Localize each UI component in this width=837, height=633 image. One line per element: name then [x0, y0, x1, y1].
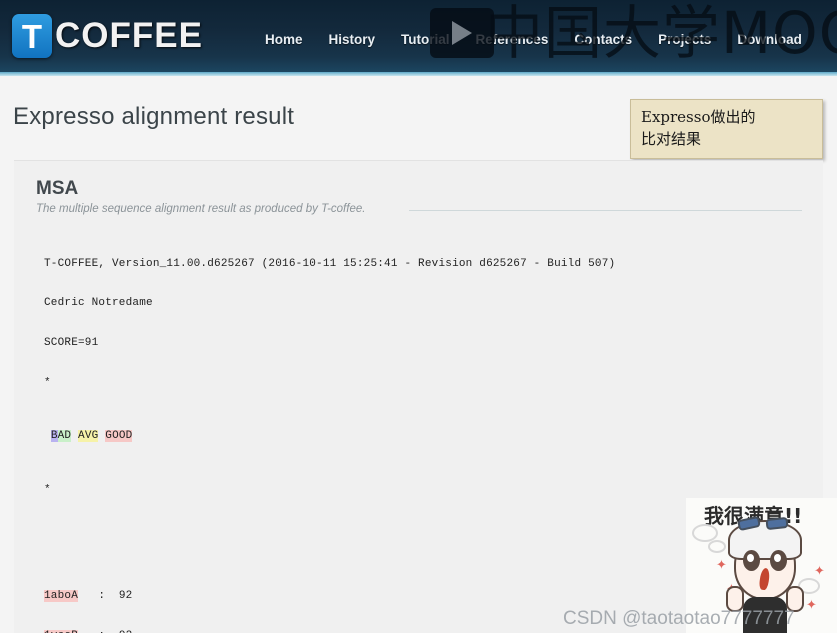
legend-good: GOOD [105, 430, 133, 443]
site-header: T COFFEE Home History Tutorial Reference… [0, 0, 837, 76]
quality-legend: BAD AVG GOOD [44, 430, 721, 443]
msa-section-title: MSA [36, 178, 79, 199]
nav-item-home[interactable]: Home [265, 32, 303, 47]
score-value: 92 [118, 590, 133, 603]
star-decor-icon: ✦ [716, 557, 727, 572]
tcoffee-version-line: T-COFFEE, Version_11.00.d625267 (2016-10… [44, 257, 616, 270]
overall-score-line: SCORE=91 [44, 337, 99, 350]
separator-star-bottom: * [44, 483, 51, 496]
legend-bad-ad: AD [57, 430, 72, 443]
annotation-line-1: Expresso做出的 [641, 108, 756, 126]
page-title: Expresso alignment result [13, 103, 295, 130]
csdn-watermark: CSDN @taotaotao7777777 [563, 608, 795, 629]
bubble-decor-icon [708, 540, 726, 553]
header-underline [0, 72, 837, 76]
annotation-line-2: 比对结果 [641, 129, 702, 148]
nav-item-history[interactable]: History [329, 32, 376, 47]
legend-avg: AVG [78, 430, 99, 443]
legend-bad-b: B [50, 430, 58, 443]
page-root: T COFFEE Home History Tutorial Reference… [0, 0, 837, 633]
annotation-callout: Expresso做出的 比对结果 [630, 99, 823, 159]
tcoffee-author-line: Cedric Notredame [44, 297, 153, 310]
main-navigation: Home History Tutorial References Contact… [265, 32, 802, 47]
nav-item-contacts[interactable]: Contacts [574, 32, 632, 47]
score-name: 1aboA [44, 590, 79, 603]
logo-badge-icon: T [12, 14, 52, 58]
star-decor-icon: ✦ [806, 597, 817, 612]
nav-item-projects[interactable]: Projects [658, 32, 711, 47]
eye-right-icon [770, 550, 787, 571]
msa-section-subtitle: The multiple sequence alignment result a… [36, 203, 366, 215]
separator-star-top: * [44, 377, 51, 390]
nav-item-download[interactable]: Download [737, 32, 802, 47]
star-decor-icon: ✦ [814, 563, 825, 578]
eye-left-icon [743, 550, 760, 571]
nav-item-tutorial[interactable]: Tutorial [401, 32, 450, 47]
nav-item-references[interactable]: References [476, 32, 549, 47]
msa-divider [409, 210, 802, 211]
tcoffee-logo[interactable]: T COFFEE [12, 14, 203, 58]
score-row-1aboA: 1aboA : 92 [44, 590, 721, 603]
goggle-right-icon [765, 516, 789, 531]
alignment-text-block: T-COFFEE, Version_11.00.d625267 (2016-10… [44, 231, 721, 633]
logo-wordmark: COFFEE [55, 16, 203, 55]
